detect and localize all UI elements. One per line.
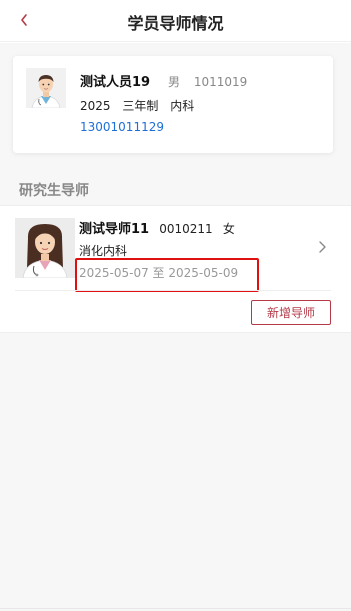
mentor-panel: 测试导师11 0010211 女 消化内科 2025-05-07 至 2025-… (0, 205, 351, 333)
student-id: 1011019 (193, 75, 248, 89)
chevron-right-icon[interactable] (317, 239, 329, 255)
mentor-name: 测试导师11 (79, 222, 150, 237)
student-department: 内科 (170, 99, 195, 113)
navbar: 学员导师情况 (0, 0, 351, 42)
student-gender: 男 (168, 75, 181, 89)
avatar (26, 68, 66, 108)
student-meta: 男 1011019 (168, 73, 257, 90)
divider (0, 608, 351, 609)
mentor-id: 0010211 (159, 222, 213, 236)
student-program: 三年制 (122, 99, 159, 113)
add-mentor-button[interactable]: 新增导师 (251, 300, 331, 325)
student-phone-link[interactable]: 13001011129 (80, 120, 164, 134)
mentor-gender: 女 (222, 222, 235, 236)
mentor-name-line[interactable]: 测试导师11 0010211 女 (79, 218, 235, 237)
student-program-line: 2025 三年制 内科 (80, 97, 202, 114)
highlight-box (75, 258, 259, 292)
avatar (15, 218, 75, 278)
student-card: 测试人员19 男 1011019 2025 三年制 内科 13001011129 (13, 56, 333, 153)
male-doctor-avatar-icon (26, 68, 66, 108)
student-year: 2025 (80, 99, 111, 113)
student-name: 测试人员19 (80, 75, 151, 90)
section-title: 研究生导师 (19, 183, 89, 199)
page-title: 学员导师情况 (127, 14, 224, 33)
divider (15, 290, 331, 291)
female-doctor-avatar-icon (15, 218, 75, 278)
mentor-department: 消化内科 (79, 244, 128, 258)
